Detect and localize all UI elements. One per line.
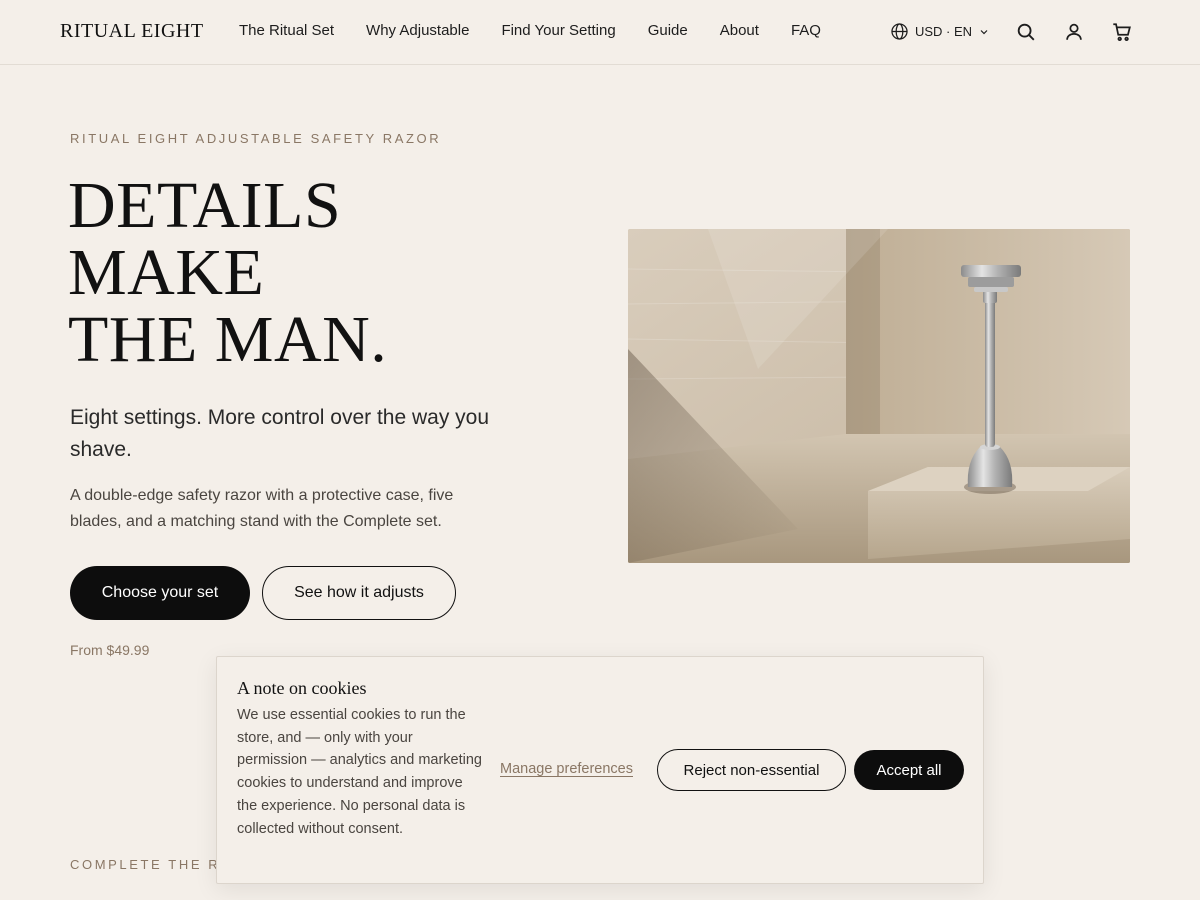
chevron-down-icon <box>980 29 988 34</box>
hero-headline: DETAILS MAKE THE MAN. <box>68 172 568 373</box>
nav-item-find-your-setting[interactable]: Find Your Setting <box>501 22 615 39</box>
search-icon[interactable] <box>1015 21 1037 43</box>
accept-all-button[interactable]: Accept all <box>854 750 964 790</box>
hero-body: A double-edge safety razor with a protec… <box>70 487 454 530</box>
cookie-banner: A note on cookies We use essential cooki… <box>216 656 984 884</box>
cookie-banner-text: We use essential cookies to run the stor… <box>237 707 482 837</box>
headline-line-2: MAKE <box>68 236 265 309</box>
cart-icon[interactable] <box>1111 21 1133 43</box>
nav-item-the-ritual-set[interactable]: The Ritual Set <box>239 22 334 39</box>
manage-preferences-link[interactable]: Manage preferences <box>500 761 633 777</box>
section-eyebrow: COMPLETE THE RI <box>70 857 227 872</box>
hero-eyebrow: RITUAL EIGHT ADJUSTABLE SAFETY RAZOR <box>70 131 442 146</box>
headline-line-3: THE MAN. <box>68 303 388 376</box>
account-icon[interactable] <box>1063 21 1085 43</box>
hero-product-image <box>628 229 1130 563</box>
cookie-banner-title: A note on cookies <box>237 678 367 698</box>
nav-item-guide[interactable]: Guide <box>648 22 688 39</box>
hero-lead: Eight settings. More control over the wa… <box>70 406 490 461</box>
locale-selector[interactable]: USD · EN <box>890 22 990 41</box>
nav-item-about[interactable]: About <box>720 22 759 39</box>
headline-line-1: DETAILS <box>68 169 342 242</box>
locale-label: USD · EN <box>915 24 973 39</box>
reject-non-essential-button[interactable]: Reject non-essential <box>657 749 846 791</box>
see-how-it-adjusts-button[interactable]: See how it adjusts <box>262 566 456 620</box>
globe-icon <box>891 23 908 40</box>
razor-on-stand-illustration <box>628 229 1130 563</box>
brand-logo[interactable]: RITUAL EIGHT <box>60 20 204 43</box>
choose-your-set-button[interactable]: Choose your set <box>70 566 250 620</box>
main-nav: The Ritual Set Why Adjustable Find Your … <box>239 22 821 39</box>
site-header: RITUAL EIGHT The Ritual Set Why Adjustab… <box>0 0 1200 65</box>
nav-item-why-adjustable[interactable]: Why Adjustable <box>366 22 469 39</box>
nav-item-faq[interactable]: FAQ <box>791 22 821 39</box>
price-from: From $49.99 <box>70 642 150 658</box>
